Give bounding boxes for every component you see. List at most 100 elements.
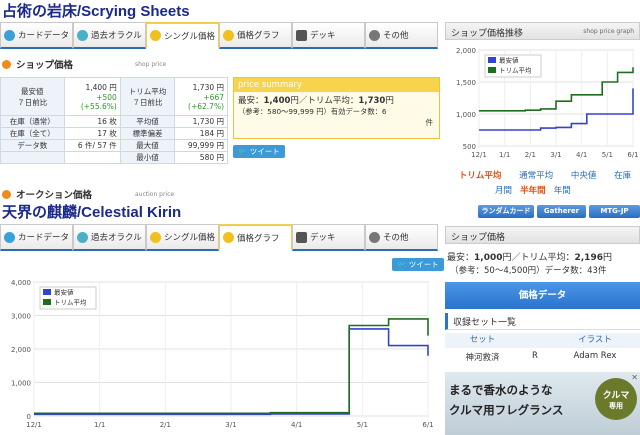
link-stock[interactable]: 在庫 [614,169,631,181]
link-median[interactable]: 中央値 [571,169,597,181]
auction-price-heading: オークション価格 [2,187,92,201]
card-data-icon [4,231,15,243]
label-low: 最安値 ７日前比 [0,77,65,116]
tab-other[interactable]: その他 [365,224,438,251]
shop-price-table: 最安値 ７日前比 1,400 円 +500 (+55.6%) トリム平均 ７日前比 1,… [0,77,228,164]
price-summary-head: price summary [234,78,439,92]
y-tick-label: 1,500 [456,79,476,87]
bullet-icon [2,189,11,199]
card-title: 占術の岩床/Scrying Sheets [2,3,190,20]
price-summary-box: price summary 最安：1,400円／トリム平均：1,730円 （参考… [233,77,440,139]
x-tick-label: 3/1 [550,151,561,159]
y-tick-label: 3,000 [11,313,31,321]
close-icon[interactable]: ✕ [631,373,638,382]
link-trim-average[interactable]: トリム平均 [459,169,502,181]
shop-price-line2: （参考：50〜4,500円）データ数：43件 [450,266,607,276]
legend-label: トリム平均 [54,298,87,307]
table-row: 在庫（全て） 17 枚標準偏差 184 円 [0,127,228,140]
shop-price-head: ショップ価格 [445,226,640,244]
tweet-button[interactable]: 🐦 ツイート [392,258,444,271]
y-tick-label: 4,000 [11,279,31,287]
x-tick-label: 6/1 [627,151,638,159]
tweet-button[interactable]: 🐦 ツイート [233,145,285,158]
y-tick-label: 500 [463,143,476,151]
set-table-header: セット イラスト [445,333,640,348]
chevron-down-icon [369,231,380,243]
table-row: データ数 6 件/ 57 件最大値 99,999 円 [0,139,228,152]
shop-price-sub: shop price [135,61,167,68]
card-tabs: カードデータ 過去オラクル シングル価格 価格グラフ デッキ その他 [0,224,438,251]
legend-swatch [43,299,51,305]
x-tick-label: 1/1 [499,151,510,159]
y-tick-label: 2,000 [456,47,476,55]
x-tick-label: 2/1 [525,151,536,159]
y-tick-label: 1,000 [456,111,476,119]
tab-card-data[interactable]: カードデータ [0,22,73,49]
legend: 最安値トリム平均 [39,286,97,310]
price-summary-line3: 件 [425,118,434,127]
x-tick-label: 2/1 [160,421,171,429]
shop-price-line1: 最安：1,000円／トリム平均：2,196円 [447,253,612,263]
x-tick-label: 5/1 [602,151,613,159]
graph-icon [223,232,234,243]
tab-deck[interactable]: デッキ [292,224,365,251]
tab-price-graph[interactable]: 価格グラフ [219,224,292,251]
tab-card-data[interactable]: カードデータ [0,224,73,251]
card-tabs: カードデータ 過去オラクル シングル価格 価格グラフ デッキ その他 [0,22,438,49]
tab-deck[interactable]: デッキ [292,22,365,49]
link-year[interactable]: 年間 [554,186,571,196]
grid-icon [296,29,307,41]
table-row: 最小値 580 円 [0,151,228,164]
mtg-jp-button[interactable]: MTG-JP [589,205,640,218]
shop-price-graph-head: ショップ価格推移 shop price graph [445,22,640,40]
link-half-year[interactable]: 半年間 [520,186,546,196]
gatherer-button[interactable]: Gatherer [537,205,586,218]
shop-price-heading: ショップ価格 [2,57,73,71]
x-tick-label: 4/1 [576,151,587,159]
grid-icon [296,231,307,243]
tab-past-oracle[interactable]: 過去オラクル [73,22,146,49]
card-data-icon [4,29,15,41]
random-card-button[interactable]: ランダムカード [478,205,534,218]
x-tick-label: 6/1 [422,421,433,429]
tab-single-price[interactable]: シングル価格 [146,22,219,49]
x-tick-label: 1/1 [94,421,105,429]
advertisement[interactable]: まるで香水のような クルマ用フレグランス クルマ 専用 ✕ [445,372,640,435]
y-tick-label: 0 [27,413,31,421]
tab-other[interactable]: その他 [365,22,438,49]
legend: 最安値トリム平均 [484,54,542,78]
yen-icon [150,231,161,243]
x-tick-label: 12/1 [471,151,487,159]
x-tick-label: 5/1 [357,421,368,429]
x-tick-label: 12/1 [26,421,42,429]
x-tick-label: 3/1 [225,421,236,429]
yen-icon [150,30,161,41]
x-tick-label: 4/1 [291,421,302,429]
legend-label: トリム平均 [499,66,532,75]
link-month[interactable]: 月間 [495,186,512,196]
oracle-icon [77,29,88,41]
graph-links-row1: トリム平均 通常平均 中央値 在庫 [450,169,640,181]
shop-price-graph: 500 1,000 1,500 2,000 12/1 1/1 2/1 3/1 4/1 5/1 6/1… [456,47,639,159]
label-trim: トリム平均 ７日前比 [119,77,176,116]
tab-single-price[interactable]: シングル価格 [146,224,219,251]
value-low: 1,400 円 +500 (+55.6%) [63,77,121,116]
price-summary-line2: （参考：580〜99,999 円）有効データ数：6 [238,107,387,116]
y-tick-label: 2,000 [11,346,31,354]
price-data-button[interactable]: 価格データ [445,282,640,309]
ad-badge: クルマ 専用 [595,378,637,420]
link-normal-average[interactable]: 通常平均 [519,169,553,181]
tab-price-graph[interactable]: 価格グラフ [219,22,292,49]
bullet-icon [2,59,11,69]
table-row: 在庫（通常） 16 枚平均値 1,730 円 [0,115,228,128]
legend-swatch [488,57,496,63]
table-row[interactable]: 神河救済 R Adam Rex [445,351,640,366]
graph-links-row2: 月間 半年間 年間 [495,184,571,196]
chevron-down-icon [369,29,380,41]
y-tick-label: 1,000 [11,380,31,388]
set-list-head: 収録セット一覧 [445,313,640,330]
legend-swatch [43,289,51,295]
tab-past-oracle[interactable]: 過去オラクル [73,224,146,251]
legend-swatch [488,67,496,73]
value-trim: 1,730 円 +667 (+62.7%) [174,77,228,116]
